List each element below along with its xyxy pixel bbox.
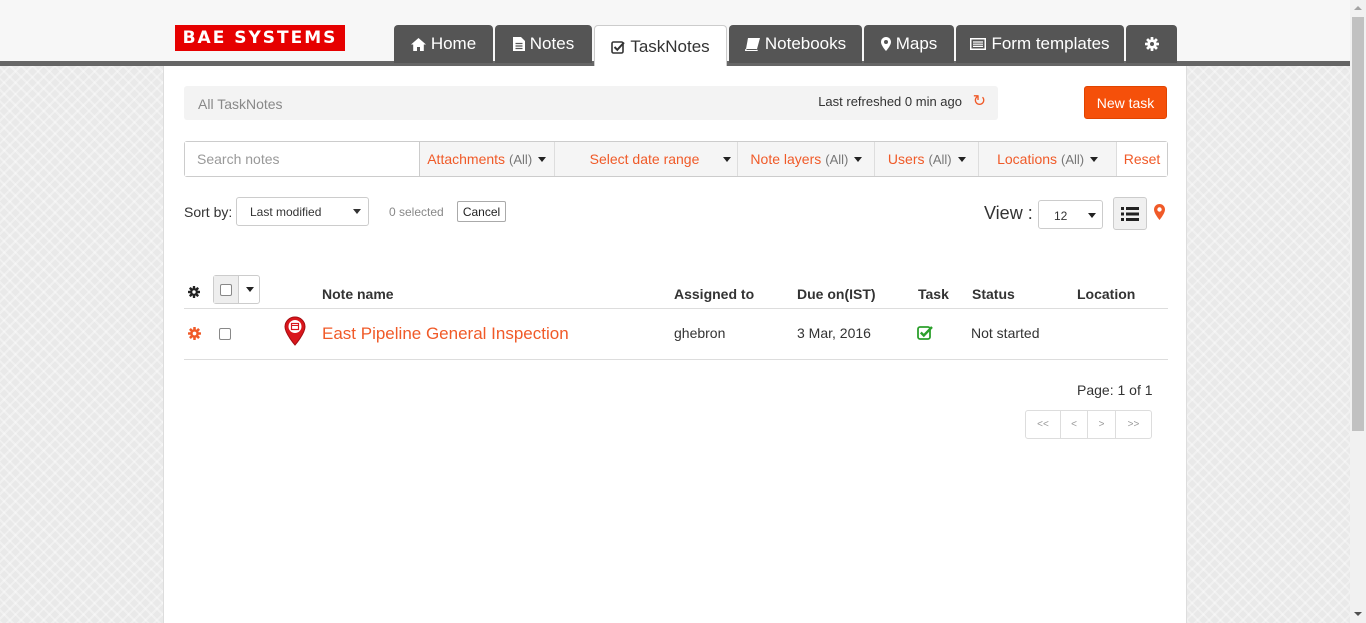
tab-home[interactable]: Home <box>394 25 493 63</box>
table-header: Note name Assigned to Due on(IST) Task S… <box>184 271 1168 309</box>
task-marker-icon <box>284 316 306 349</box>
last-refreshed-text: Last refreshed 0 min ago <box>818 94 962 109</box>
tab-maps-label: Maps <box>895 34 938 53</box>
column-header-due-on[interactable]: Due on(IST) <box>797 286 876 302</box>
tab-notebooks[interactable]: Notebooks <box>729 25 862 63</box>
select-all-checkbox[interactable] <box>214 276 239 303</box>
caret-down-icon <box>723 156 732 162</box>
note-layers-filter[interactable]: Note layers (All) <box>738 142 876 176</box>
next-page-button[interactable]: > <box>1088 411 1116 438</box>
prev-page-button[interactable]: < <box>1061 411 1088 438</box>
view-label: View : <box>984 203 1033 223</box>
cancel-selection-button[interactable]: Cancel <box>457 201 506 222</box>
tab-home-label: Home <box>430 34 477 53</box>
caret-down-icon <box>353 209 361 214</box>
note-layers-filter-label: Note layers <box>750 151 822 167</box>
book-icon <box>744 37 760 51</box>
check-square-icon <box>611 40 626 54</box>
main-nav-tabs: Home Notes TaskNotes Notebooks Maps Form… <box>394 25 1179 67</box>
caret-down-icon <box>538 156 547 162</box>
attachments-filter[interactable]: Attachments (All) <box>419 142 555 176</box>
locations-filter-label: Locations <box>997 151 1058 167</box>
breadcrumb-bar: All TaskNotes Last refreshed 0 min ago ↻ <box>184 86 998 120</box>
assigned-to-cell: ghebron <box>674 325 726 341</box>
sort-label: Sort by: <box>184 204 233 220</box>
caret-down-icon <box>246 287 254 292</box>
attachments-filter-value: (All) <box>509 151 533 167</box>
arrow-down-icon <box>1354 612 1362 616</box>
last-page-button[interactable]: >> <box>1116 411 1151 438</box>
date-range-filter[interactable]: Select date range <box>554 142 739 176</box>
map-marker-icon <box>1154 204 1165 220</box>
sort-select[interactable]: Last modified <box>236 197 369 226</box>
attachments-filter-label: Attachments <box>427 151 506 167</box>
sort-select-value: Last modified <box>250 205 322 219</box>
tab-tasknotes[interactable]: TaskNotes <box>594 25 727 67</box>
status-cell: Not started <box>971 325 1040 341</box>
scrollbar-thumb[interactable] <box>1352 17 1364 431</box>
pagination: << < > >> <box>1025 410 1152 439</box>
scroll-up-button[interactable] <box>1350 0 1366 17</box>
tab-notebooks-label: Notebooks <box>764 34 847 53</box>
main-panel: All TaskNotes Last refreshed 0 min ago ↻… <box>163 66 1187 623</box>
column-header-note-name[interactable]: Note name <box>322 286 394 302</box>
date-range-filter-label: Select date range <box>589 151 700 167</box>
users-filter[interactable]: Users (All) <box>875 142 980 176</box>
map-view-button[interactable] <box>1154 204 1165 223</box>
table-row[interactable]: East Pipeline General Inspection ghebron… <box>184 309 1168 360</box>
tab-maps[interactable]: Maps <box>864 25 954 63</box>
new-task-button[interactable]: New task <box>1084 86 1167 119</box>
map-marker-icon <box>880 37 891 51</box>
note-layers-filter-value: (All) <box>825 151 849 167</box>
column-header-location[interactable]: Location <box>1077 286 1135 302</box>
tab-form-templates[interactable]: Form templates <box>956 25 1124 63</box>
tab-notes[interactable]: Notes <box>495 25 592 63</box>
breadcrumb[interactable]: All TaskNotes <box>198 96 283 112</box>
tab-notes-label: Notes <box>529 34 575 53</box>
column-header-assigned-to[interactable]: Assigned to <box>674 286 754 302</box>
gear-icon[interactable] <box>188 285 200 301</box>
column-header-status[interactable]: Status <box>972 286 1015 302</box>
row-checkbox[interactable] <box>219 328 231 340</box>
caret-down-icon <box>1090 156 1099 162</box>
due-on-cell: 3 Mar, 2016 <box>797 325 871 341</box>
task-check-icon <box>917 325 933 343</box>
bae-systems-logo[interactable]: BAE SYSTEMS <box>175 25 345 51</box>
page-size-value: 12 <box>1054 209 1068 223</box>
column-header-task[interactable]: Task <box>918 286 949 302</box>
note-name-link[interactable]: East Pipeline General Inspection <box>322 324 569 344</box>
file-icon <box>512 37 525 51</box>
locations-filter[interactable]: Locations (All) <box>979 142 1118 176</box>
caret-down-icon <box>854 156 863 162</box>
caret-down-icon <box>1088 213 1096 218</box>
refresh-icon[interactable]: ↻ <box>973 94 986 110</box>
reset-filters-button[interactable]: Reset <box>1117 142 1167 176</box>
locations-filter-value: (All) <box>1061 151 1085 167</box>
gear-icon[interactable] <box>188 327 201 343</box>
select-all-caret[interactable] <box>239 276 259 303</box>
gear-icon <box>1144 37 1159 51</box>
caret-down-icon <box>957 156 966 162</box>
users-filter-value: (All) <box>928 151 952 167</box>
home-icon <box>410 37 426 51</box>
tab-tasknotes-label: TaskNotes <box>630 36 710 56</box>
page-info: Page: 1 of 1 <box>1077 382 1153 398</box>
list-icon <box>1121 206 1139 221</box>
checkbox <box>220 283 232 296</box>
tab-settings[interactable] <box>1126 25 1177 63</box>
tab-form-templates-label: Form templates <box>991 34 1110 53</box>
page-size-select[interactable]: 12 <box>1038 200 1103 229</box>
selected-count: 0 selected <box>389 205 444 219</box>
search-input[interactable] <box>185 142 420 176</box>
vertical-scrollbar[interactable] <box>1350 0 1366 623</box>
select-all-dropdown[interactable] <box>213 275 260 304</box>
scroll-down-button[interactable] <box>1350 606 1366 623</box>
filter-bar: Attachments (All) Select date range Note… <box>184 141 1168 177</box>
list-view-button[interactable] <box>1113 197 1147 230</box>
list-alt-icon <box>970 38 987 50</box>
arrow-up-icon <box>1354 6 1362 10</box>
users-filter-label: Users <box>887 151 925 167</box>
first-page-button[interactable]: << <box>1026 411 1061 438</box>
